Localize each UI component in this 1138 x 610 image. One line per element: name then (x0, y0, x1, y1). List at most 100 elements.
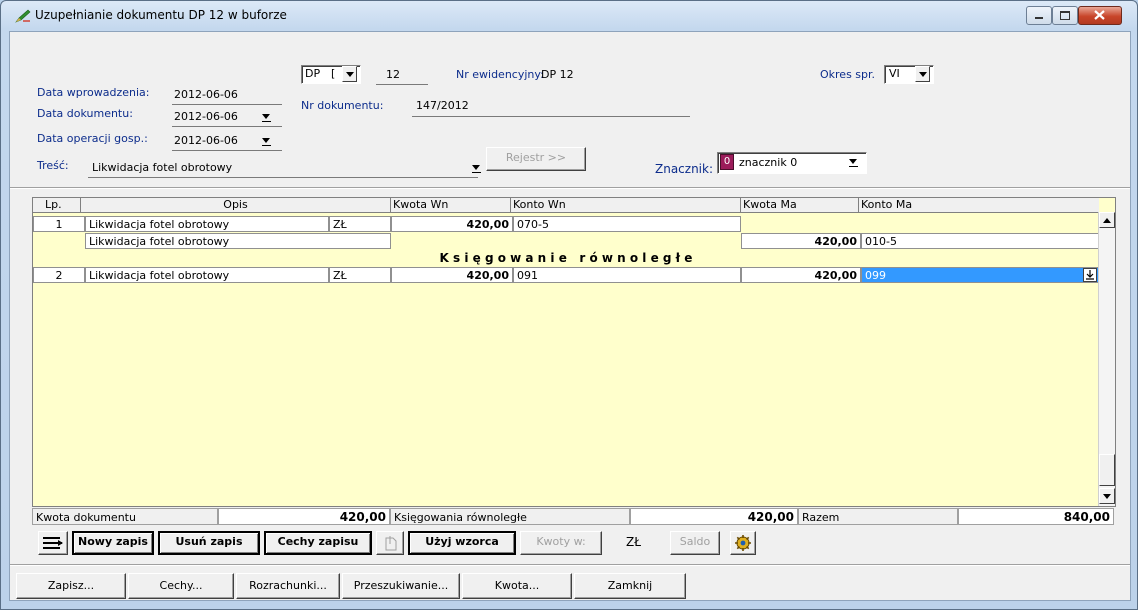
row1-waluta[interactable]: ZŁ (329, 216, 391, 232)
zamknij-button[interactable]: Zamknij (574, 573, 686, 599)
kwota-dokumentu-value: 420,00 (218, 508, 390, 525)
row1b-opis[interactable]: Likwidacja fotel obrotowy (85, 233, 391, 249)
title-bar[interactable]: Uzupełnianie dokumentu DP 12 w buforze (1, 1, 1137, 29)
nr-dokumentu-field[interactable]: 147/2012 (416, 99, 469, 112)
document-icon (385, 536, 397, 551)
row2-opis[interactable]: Likwidacja fotel obrotowy (85, 267, 329, 283)
okres-value: VI (889, 67, 900, 80)
nowy-zapis-button[interactable]: Nowy zapis (72, 531, 154, 555)
saldo-button[interactable]: Saldo (670, 531, 720, 555)
tresc-label: Treść: (37, 159, 69, 172)
nr-ewidencyjny-label: Nr ewidencyjny: (456, 68, 544, 81)
znacznik-value: znacznik 0 (739, 156, 798, 169)
col-kwota-wn[interactable]: Kwota Wn (391, 198, 511, 212)
underline (376, 84, 428, 85)
close-icon (1094, 10, 1105, 20)
doc-type-select[interactable]: DP [ (301, 65, 361, 84)
window-title: Uzupełnianie dokumentu DP 12 w buforze (35, 8, 287, 22)
znacznik-label: Znacznik: (655, 162, 714, 176)
data-dokumentu-field[interactable]: 2012-06-06 (174, 110, 238, 123)
data-wprowadzenia-label: Data wprowadzenia: (37, 86, 150, 99)
kwoty-w-button[interactable]: Kwoty w: (520, 531, 602, 555)
okres-label: Okres spr. (820, 68, 876, 81)
row2-konto-ma[interactable]: 099 (861, 267, 1099, 283)
data-operacji-dropdown-icon[interactable] (259, 134, 274, 149)
grid-scrollbar[interactable] (1098, 212, 1115, 506)
znacznik-code: 0 (723, 156, 731, 167)
doc-number: 12 (386, 68, 400, 81)
col-konto-wn[interactable]: Konto Wn (511, 198, 741, 212)
row1-lp[interactable]: 1 (33, 216, 85, 232)
doc-type-dropdown-icon[interactable] (342, 66, 357, 82)
row2-lp[interactable]: 2 (33, 267, 85, 283)
data-dokumentu-label: Data dokumentu: (37, 107, 133, 120)
okres-select[interactable]: VI (884, 65, 934, 84)
scroll-thumb[interactable] (1099, 454, 1115, 486)
rejestr-button[interactable]: Rejestr >> (486, 147, 586, 171)
document-window: Uzupełnianie dokumentu DP 12 w buforze D… (0, 0, 1138, 610)
ksiegowanie-button[interactable] (376, 531, 404, 555)
maximize-button[interactable] (1052, 6, 1078, 25)
zapisz-button[interactable]: Zapisz... (16, 573, 126, 599)
uzyj-wzorca-button[interactable]: Użyj wzorca (408, 531, 516, 555)
underline (412, 116, 690, 117)
data-operacji-field[interactable]: 2012-06-06 (174, 134, 238, 147)
data-operacji-label: Data operacji gosp.: (37, 132, 148, 145)
data-wprowadzenia-value: 2012-06-06 (174, 88, 238, 101)
window-client: Data wprowadzenia: 2012-06-06 Data dokum… (9, 31, 1131, 601)
underline (172, 126, 282, 127)
minimize-icon (1035, 17, 1043, 19)
rozrachunki-button[interactable]: Rozrachunki... (236, 573, 340, 599)
row1b-konto-ma[interactable]: 010-5 (861, 233, 1099, 249)
footer-separator (10, 564, 1130, 566)
usun-zapis-button[interactable]: Usuń zapis (158, 531, 260, 555)
gear-icon (735, 535, 751, 551)
doc-type-suffix: [ (331, 67, 336, 80)
underline (88, 177, 478, 178)
row2-kwota-wn[interactable]: 420,00 (391, 267, 513, 283)
znacznik-color-icon: 0 (720, 154, 734, 170)
waluta-label: ZŁ (626, 535, 641, 549)
cechy-zapisu-button[interactable]: Cechy zapisu (264, 531, 372, 555)
doc-type-value: DP (305, 67, 321, 80)
tresc-dropdown-icon[interactable] (469, 161, 484, 176)
settings-button[interactable] (730, 531, 756, 555)
okres-dropdown-icon[interactable] (915, 66, 930, 82)
menu-lines-button[interactable] (38, 531, 68, 555)
przeszukiwanie-button[interactable]: Przeszukiwanie... (342, 573, 460, 599)
razem-label: Razem (798, 508, 958, 525)
underline (172, 150, 282, 151)
row1-opis[interactable]: Likwidacja fotel obrotowy (85, 216, 329, 232)
document-header: Data wprowadzenia: 2012-06-06 Data dokum… (10, 32, 1130, 192)
row2-konto-wn[interactable]: 091 (513, 267, 741, 283)
row2-kwota-ma[interactable]: 420,00 (741, 267, 861, 283)
scroll-up-icon[interactable] (1099, 212, 1115, 228)
col-opis[interactable]: Opis (81, 198, 391, 212)
minimize-button[interactable] (1026, 6, 1052, 25)
kwota-dokumentu-label: Kwota dokumentu (32, 508, 218, 525)
col-kwota-ma[interactable]: Kwota Ma (741, 198, 859, 212)
tresc-field[interactable]: Likwidacja fotel obrotowy (92, 161, 232, 174)
row1-kwota-wn[interactable]: 420,00 (391, 216, 513, 232)
lookup-icon[interactable] (1083, 268, 1097, 282)
data-dokumentu-dropdown-icon[interactable] (259, 110, 274, 125)
separator (10, 187, 1130, 189)
underline (172, 104, 282, 105)
znacznik-select[interactable]: 0 znacznik 0 (717, 152, 867, 174)
cechy-button[interactable]: Cechy... (128, 573, 234, 599)
ksiegowania-value: 420,00 (630, 508, 798, 525)
scroll-down-icon[interactable] (1099, 488, 1115, 504)
totals-bar: Kwota dokumentu 420,00 Księgowania równo… (32, 508, 1114, 526)
nr-dokumentu-label: Nr dokumentu: (301, 99, 384, 112)
col-konto-ma[interactable]: Konto Ma (859, 198, 1099, 212)
ksiegowania-label: Księgowania równoległe (390, 508, 630, 525)
row2-waluta[interactable]: ZŁ (329, 267, 391, 283)
row1b-kwota-ma[interactable]: 420,00 (741, 233, 861, 249)
nr-ewidencyjny-value: DP 12 (541, 68, 574, 81)
row1-konto-wn[interactable]: 070-5 (513, 216, 741, 232)
col-lp[interactable]: Lp. (33, 198, 81, 212)
close-button[interactable] (1078, 6, 1122, 25)
znacznik-dropdown-icon[interactable] (846, 155, 861, 170)
kwota-button[interactable]: Kwota... (462, 573, 572, 599)
pen-icon (15, 9, 31, 23)
